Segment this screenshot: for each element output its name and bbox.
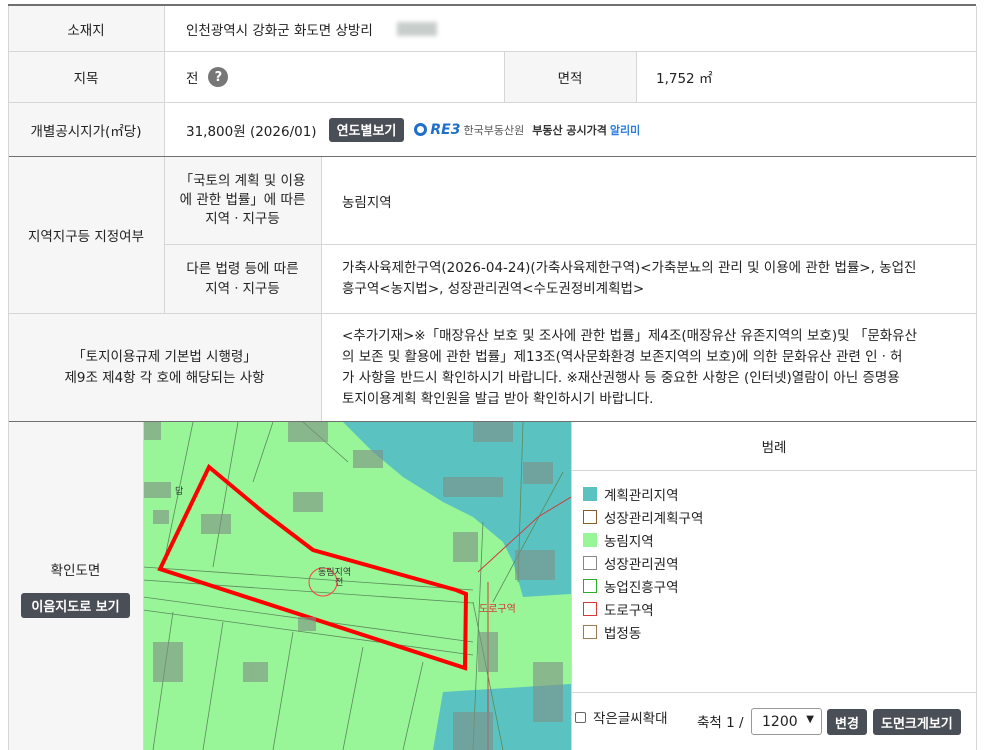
address-header: 소재지	[8, 6, 164, 51]
change-scale-button[interactable]: 변경	[827, 709, 867, 735]
rice-paddy-label: 답	[175, 485, 183, 497]
divider	[571, 422, 572, 750]
small-text-zoom-control: 작은글씨확대	[575, 707, 668, 727]
legend-label: 농업진흥구역	[604, 580, 679, 596]
reb-logo-link[interactable]: RE3 한국부동산원 부동산 공시가격 알리미	[414, 122, 640, 138]
legend-title: 범례	[761, 440, 787, 456]
map-svg: 동림지역 전 도로구역 답	[143, 422, 571, 750]
map-header: 확인도면 이음지도로 보기	[8, 422, 143, 750]
price-header: 개별공시지가(㎡당)	[8, 103, 164, 156]
divider	[572, 692, 976, 693]
divider	[636, 52, 637, 102]
zone-law1-header: 「국토의 계획 및 이용 에 관한 법률」에 따른 지역ㆍ지구등	[164, 157, 321, 244]
parcel-label: 동림지역	[318, 566, 351, 578]
parcel-jimok-label: 전	[335, 577, 343, 588]
divider	[504, 52, 505, 102]
legend-label: 농림지역	[604, 534, 654, 550]
area-header: 면적	[504, 52, 636, 102]
legend-swatch	[583, 602, 597, 616]
legend-swatch	[583, 487, 597, 501]
land-map[interactable]: 동림지역 전 도로구역 답	[143, 422, 571, 750]
scale-select[interactable]: 1200 ▼	[751, 708, 822, 735]
legend-label: 성장관리권역	[604, 557, 679, 573]
address-value: 인천광역시 강화군 화도면 상방리	[164, 6, 976, 51]
zone-law2-value: 가축사육제한구역(2026-04-24)(가축사육제한구역)<가축분뇨의 관리 …	[342, 260, 917, 297]
land-use-plan-table: 소재지 인천광역시 강화군 화도면 상방리 지목 전 ? 면적 1,752 ㎡ …	[0, 0, 999, 750]
legend-item: 법정동	[583, 622, 641, 642]
legend-item: 계획관리지역	[583, 484, 679, 504]
legend-swatch	[583, 625, 597, 639]
legend-swatch	[583, 579, 597, 593]
zone-header: 지역지구등 지정여부	[8, 157, 164, 313]
regulation-header: 「토지이용규제 기본법 시행령」 제9조 제4항 각 호에 해당되는 사항	[8, 314, 321, 421]
help-icon[interactable]: ?	[208, 67, 229, 87]
legend-item: 도로구역	[583, 599, 654, 619]
regulation-text: <추가기재>※「매장유산 보호 및 조사에 관한 법률」제4조(매장유산 유존지…	[342, 327, 918, 407]
divider	[143, 422, 144, 750]
legend-label: 계획관리지역	[604, 488, 679, 504]
legend-swatch	[583, 533, 597, 547]
divider	[572, 470, 976, 471]
zone-law1-value: 농림지역	[342, 194, 392, 211]
price-value: 31,800원 (2026/01) 연도별보기 RE3 한국부동산원 부동산 공…	[164, 103, 976, 156]
jimok-value: 전 ?	[164, 52, 504, 102]
legend-label: 성장관리계획구역	[604, 511, 704, 527]
legend-label: 법정동	[604, 626, 642, 642]
legend-swatch	[583, 556, 597, 570]
divider	[321, 157, 322, 421]
legend-item: 농업진흥구역	[583, 576, 679, 596]
small-text-checkbox[interactable]	[575, 711, 586, 723]
address-text: 인천광역시 강화군 화도면 상방리	[186, 22, 373, 39]
legend-item: 성장관리권역	[583, 553, 679, 573]
table-right-border	[976, 6, 977, 750]
legend-label: 도로구역	[604, 603, 654, 619]
jimok-header: 지목	[8, 52, 164, 102]
legend-swatch	[583, 510, 597, 524]
legend-item: 농림지역	[583, 530, 654, 550]
divider	[164, 157, 165, 313]
table-left-border	[8, 6, 9, 750]
enlarge-map-button[interactable]: 도면크게보기	[873, 709, 961, 735]
reb-logo-icon	[414, 123, 428, 136]
legend-item: 성장관리계획구역	[583, 507, 703, 527]
divider	[164, 6, 165, 156]
scale-label: 축척 1 /	[697, 715, 744, 731]
road-zone-label: 도로구역	[479, 603, 516, 615]
area-value: 1,752 ㎡	[656, 71, 713, 87]
address-redaction	[397, 22, 437, 36]
open-eum-map-button[interactable]: 이음지도로 보기	[21, 592, 130, 618]
chevron-down-icon: ▼	[806, 714, 814, 725]
zone-law2-header: 다른 법령 등에 따른 지역ㆍ지구등	[164, 245, 321, 313]
yearly-view-button[interactable]: 연도별보기	[328, 117, 405, 142]
